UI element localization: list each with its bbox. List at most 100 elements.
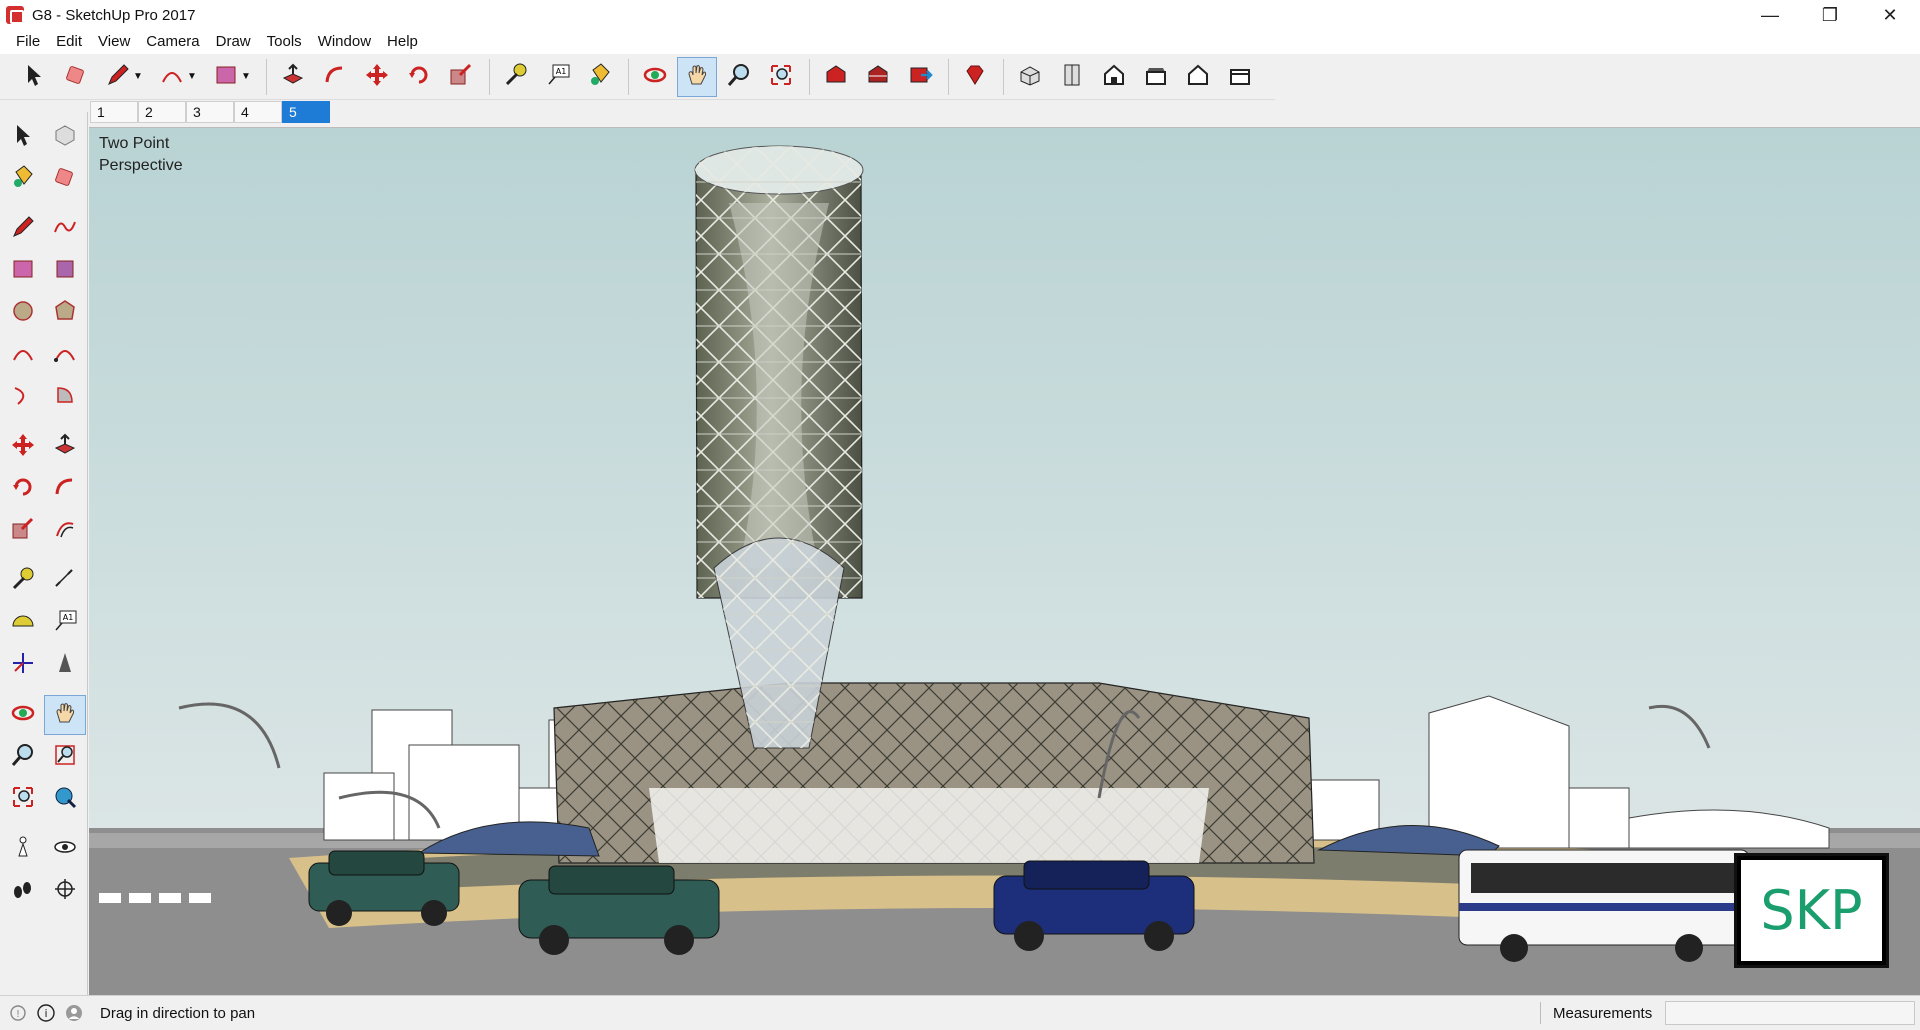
large-tool-set: A1 (0, 112, 88, 995)
toolbar-follow-me-button[interactable] (315, 57, 355, 97)
chevron-down-icon[interactable]: ▼ (241, 71, 251, 82)
toolbar-tape-measure-button[interactable] (496, 57, 536, 97)
menu-file[interactable]: File (8, 30, 48, 54)
menu-view[interactable]: View (90, 30, 138, 54)
camera-mode-line-1: Two Point (99, 135, 170, 152)
tool-two-point-arc-button[interactable] (44, 335, 86, 375)
scene-tab-4[interactable]: 4 (234, 101, 282, 123)
tool-position-camera-button[interactable] (2, 829, 44, 869)
tool-component-button[interactable] (44, 117, 86, 157)
tool-move-button[interactable] (2, 427, 44, 467)
tool-zoom-window-button[interactable] (44, 737, 86, 777)
toolbar-zoom-button[interactable] (719, 57, 759, 97)
minimize-button[interactable]: — (1740, 0, 1800, 30)
tool-zoom-button[interactable] (2, 737, 44, 777)
circle-icon (10, 298, 36, 328)
tool-follow-me-button[interactable] (44, 469, 86, 509)
menu-tools[interactable]: Tools (259, 30, 310, 54)
tool-rotate-button[interactable] (2, 469, 44, 509)
camera-mode-line-2: Perspective (99, 157, 183, 174)
scene-tab-1[interactable]: 1 (90, 101, 138, 123)
tool-circle-button[interactable] (2, 293, 44, 333)
toolbar-orbit-button[interactable] (635, 57, 675, 97)
toolbar-front-view-button[interactable] (1094, 57, 1134, 97)
tool-dimension-button[interactable] (44, 561, 86, 601)
toolbar-zoom-extents-button[interactable] (761, 57, 801, 97)
model-viewport[interactable]: Two Point Perspective SKP (89, 127, 1920, 995)
toolbar-ruby-button[interactable] (955, 57, 995, 97)
tool-arc-button[interactable] (2, 335, 44, 375)
toolbar-text-button[interactable]: A1 (538, 57, 578, 97)
tool-pan-button[interactable] (44, 695, 86, 735)
tool-look-around-button[interactable] (44, 829, 86, 869)
tool-push-pull-button[interactable] (44, 427, 86, 467)
tool-rectangle-button[interactable] (2, 251, 44, 291)
paint-bucket-icon (587, 62, 613, 92)
follow-me-icon (322, 62, 348, 92)
toolbar-3d-warehouse-button[interactable] (816, 57, 856, 97)
scene-tab-2[interactable]: 2 (138, 101, 186, 123)
menu-draw[interactable]: Draw (208, 30, 259, 54)
toolbar-pan-button[interactable] (677, 56, 717, 97)
menu-edit[interactable]: Edit (48, 30, 90, 54)
menu-help[interactable]: Help (379, 30, 426, 54)
tool-scale-button[interactable] (2, 511, 44, 551)
tool-walk-button[interactable] (2, 871, 44, 911)
tool-pie-button[interactable] (44, 377, 86, 417)
toolbar-select-button[interactable] (14, 57, 54, 97)
toolbar-back-view-button[interactable] (1178, 57, 1218, 97)
toolbar-share-model-button[interactable] (900, 57, 940, 97)
tool-pencil-button[interactable] (2, 209, 44, 249)
camera-mode-label: Two Point Perspective (99, 133, 183, 177)
model-scene (89, 128, 1920, 995)
tool-row: A1 (0, 602, 87, 644)
tape-measure-icon (10, 566, 36, 596)
toolbar-rectangle-button[interactable]: ▼ (206, 57, 258, 97)
tool-3d-text-button[interactable] (44, 645, 86, 685)
menu-window[interactable]: Window (310, 30, 379, 54)
chevron-down-icon[interactable]: ▼ (187, 71, 197, 82)
scene-tab-3[interactable]: 3 (186, 101, 234, 123)
tool-axes-button[interactable] (2, 645, 44, 685)
text-icon: A1 (52, 608, 78, 638)
toolbar-paint-bucket-button[interactable] (580, 57, 620, 97)
tool-freehand-button[interactable] (44, 209, 86, 249)
tool-polygon-button[interactable] (44, 293, 86, 333)
tool-text-button[interactable]: A1 (44, 603, 86, 643)
toolbar-arc-button[interactable]: ▼ (152, 57, 204, 97)
tool-offset-button[interactable] (44, 511, 86, 551)
restore-button[interactable]: ❐ (1800, 0, 1860, 30)
credits-icon[interactable]: i (36, 1003, 56, 1023)
chevron-down-icon[interactable]: ▼ (133, 71, 143, 82)
toolbar-push-pull-button[interactable] (273, 57, 313, 97)
tool-protractor-button[interactable] (2, 603, 44, 643)
toolbar-extension-warehouse-button[interactable] (858, 57, 898, 97)
toolbar-iso-view-button[interactable] (1010, 57, 1050, 97)
user-account-icon[interactable] (64, 1003, 84, 1023)
tool-section-plane-button[interactable] (44, 871, 86, 911)
tool-rotated-rectangle-button[interactable] (44, 251, 86, 291)
toolbar-move-button[interactable] (357, 57, 397, 97)
tool-select-button[interactable] (2, 117, 44, 157)
toolbar-left-view-button[interactable] (1220, 57, 1260, 97)
tool-orbit-button[interactable] (2, 695, 44, 735)
tool-three-point-arc-button[interactable] (2, 377, 44, 417)
tool-eraser-button[interactable] (44, 159, 86, 199)
tool-previous-view-button[interactable] (44, 779, 86, 819)
close-button[interactable]: ✕ (1860, 0, 1920, 30)
toolbar-eraser-button[interactable] (56, 57, 96, 97)
toolbar-top-view-button[interactable] (1052, 57, 1092, 97)
tool-paint-bucket-button[interactable] (2, 159, 44, 199)
measurements-input[interactable] (1665, 1001, 1915, 1025)
menu-camera[interactable]: Camera (138, 30, 207, 54)
tool-tape-measure-button[interactable] (2, 561, 44, 601)
toolbar-pencil-button[interactable]: ▼ (98, 57, 150, 97)
scene-tab-5[interactable]: 5 (282, 101, 330, 123)
toolbar-rotate-button[interactable] (399, 57, 439, 97)
geo-location-icon[interactable]: ! (8, 1003, 28, 1023)
toolbar-right-view-button[interactable] (1136, 57, 1176, 97)
tool-row (0, 292, 87, 334)
zoom-extents-icon (768, 62, 794, 92)
tool-zoom-extents-button[interactable] (2, 779, 44, 819)
toolbar-scale-button[interactable] (441, 57, 481, 97)
